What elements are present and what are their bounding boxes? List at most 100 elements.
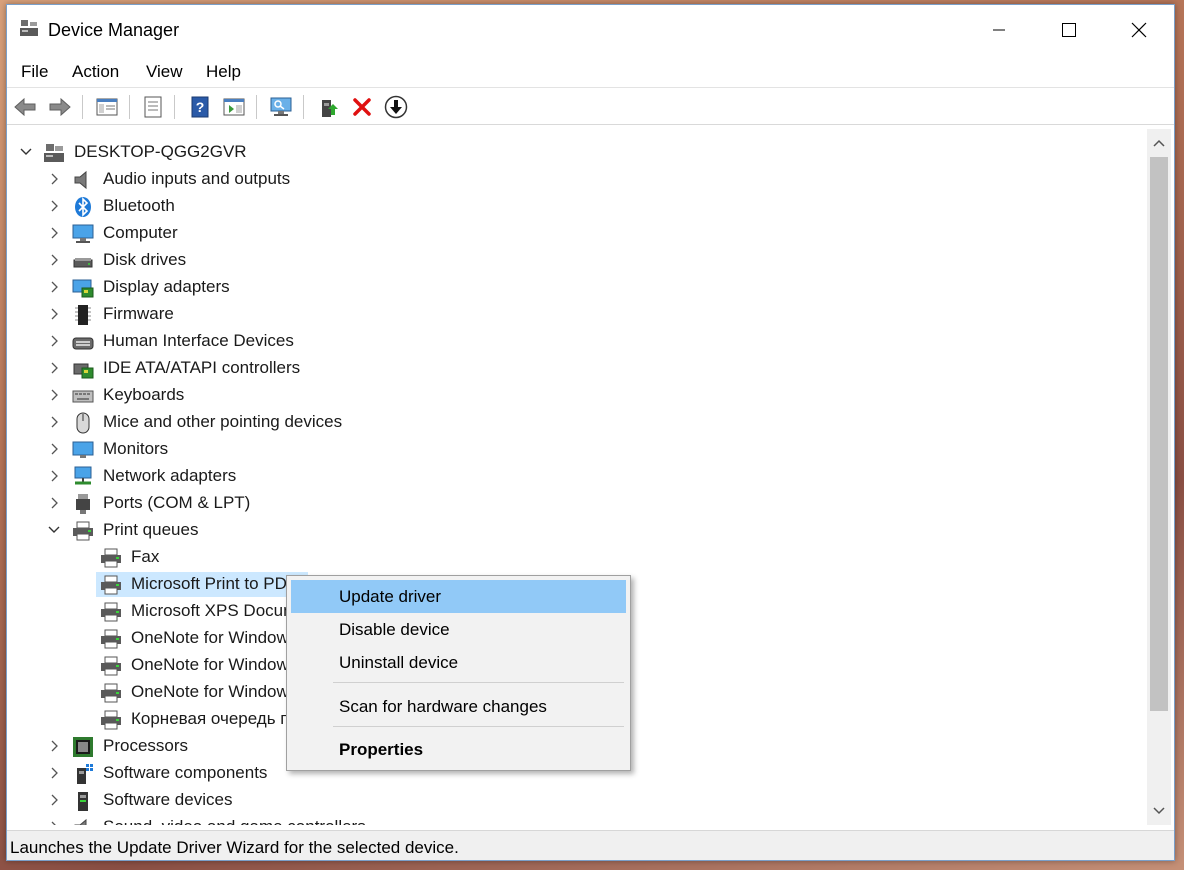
ide-controller-icon [72,358,94,380]
bluetooth-icon [72,196,94,218]
printer-icon [72,520,94,542]
tree-category-sound[interactable]: Sound, video and game controllers [7,814,1147,825]
forward-arrow-icon [49,97,71,117]
chevron-right-icon[interactable] [47,415,61,429]
tree-item-label: Processors [103,736,189,755]
show-hide-console-tree-button[interactable] [94,94,120,120]
chevron-right-icon[interactable] [47,793,61,807]
close-icon [1131,22,1147,38]
scan-hardware-button[interactable] [268,94,294,120]
back-button[interactable] [12,94,38,120]
uninstall-toolbar-button[interactable] [349,94,375,120]
chevron-right-icon[interactable] [47,442,61,456]
tree-category-hid[interactable]: Human Interface Devices [7,328,1147,355]
scroll-down-icon[interactable] [1151,803,1167,819]
tree-category-software-devices[interactable]: Software devices [7,787,1147,814]
status-bar: Launches the Update Driver Wizard for th… [7,830,1174,860]
title-bar[interactable]: Device Manager [7,5,1174,55]
computer-root-icon [43,142,65,164]
tree-category-firmware[interactable]: Firmware [7,301,1147,328]
tree-category-keyboards[interactable]: Keyboards [7,382,1147,409]
menu-view[interactable]: View [146,62,183,82]
software-component-icon [72,763,94,785]
enable-device-toolbar-button[interactable] [383,94,409,120]
tree-category-mice[interactable]: Mice and other pointing devices [7,409,1147,436]
printer-icon [100,601,122,623]
printer-icon [100,628,122,650]
toolbar: ? [7,87,1174,125]
context-disable-device[interactable]: Disable device [291,613,626,646]
chevron-down-icon[interactable] [47,523,61,537]
computer-icon [72,223,94,245]
help-book-icon: ? [191,96,209,118]
tree-item-label: Software components [103,763,268,782]
tree-item-label: Audio inputs and outputs [103,169,291,188]
context-uninstall-device[interactable]: Uninstall device [291,646,626,679]
context-update-driver[interactable]: Update driver [291,580,626,613]
chevron-right-icon[interactable] [47,766,61,780]
minimize-button[interactable] [964,5,1034,55]
toolbar-separator [303,95,304,119]
chevron-down-icon[interactable] [19,145,33,159]
tree-category-computer[interactable]: Computer [7,220,1147,247]
console-tree-icon [96,98,118,116]
action-pane-button[interactable] [221,94,247,120]
chevron-right-icon[interactable] [47,226,61,240]
sound-controller-icon [72,817,94,825]
tree-item-fax[interactable]: Fax [7,544,1147,571]
chevron-right-icon[interactable] [47,361,61,375]
chevron-right-icon[interactable] [47,496,61,510]
tree-root[interactable]: DESKTOP-QGG2GVR [7,139,1147,166]
scroll-up-icon[interactable] [1151,135,1167,151]
chevron-right-icon[interactable] [47,739,61,753]
tree-item-label: IDE ATA/ATAPI controllers [103,358,301,377]
tree-item-label: Fax [131,547,160,566]
close-button[interactable] [1104,5,1174,55]
tree-item-label: Display adapters [103,277,230,296]
chevron-right-icon[interactable] [47,280,61,294]
tree-item-label: Sound, video and game controllers [103,817,366,825]
status-text: Launches the Update Driver Wizard for th… [10,838,459,857]
monitor-icon [72,439,94,461]
properties-toolbar-button[interactable] [140,94,166,120]
context-scan-hardware[interactable]: Scan for hardware changes [291,690,626,723]
tree-category-print-queues[interactable]: Print queues [7,517,1147,544]
tree-item-label: Mice and other pointing devices [103,412,343,431]
chevron-right-icon[interactable] [47,172,61,186]
printer-icon [100,709,122,731]
chevron-right-icon[interactable] [47,820,61,825]
tree-category-network[interactable]: Network adapters [7,463,1147,490]
chevron-right-icon[interactable] [47,469,61,483]
tree-category-ports[interactable]: Ports (COM & LPT) [7,490,1147,517]
context-properties[interactable]: Properties [291,733,626,766]
chevron-right-icon[interactable] [47,199,61,213]
tree-category-ide[interactable]: IDE ATA/ATAPI controllers [7,355,1147,382]
menu-action[interactable]: Action [72,62,119,82]
tree-category-bluetooth[interactable]: Bluetooth [7,193,1147,220]
tree-category-monitors[interactable]: Monitors [7,436,1147,463]
tree-category-disk-drives[interactable]: Disk drives [7,247,1147,274]
tree-category-audio[interactable]: Audio inputs and outputs [7,166,1147,193]
processor-icon [72,736,94,758]
tree-item-label: Ports (COM & LPT) [103,493,251,512]
context-item-label: Properties [339,740,424,759]
tree-category-display-adapters[interactable]: Display adapters [7,274,1147,301]
chevron-right-icon[interactable] [47,388,61,402]
update-driver-toolbar-button[interactable] [315,94,341,120]
menu-help[interactable]: Help [206,62,241,82]
maximize-button[interactable] [1034,5,1104,55]
tree-item-label: Disk drives [103,250,187,269]
menu-file[interactable]: File [21,62,48,82]
chevron-right-icon[interactable] [47,334,61,348]
chevron-right-icon[interactable] [47,307,61,321]
speaker-icon [72,169,94,191]
forward-button[interactable] [47,94,73,120]
chevron-right-icon[interactable] [47,253,61,267]
vertical-scrollbar[interactable] [1147,129,1171,825]
tree-item-label: Microsoft Print to PDF [131,574,298,593]
tree-item-label: Software devices [103,790,233,809]
firmware-icon [72,304,94,326]
svg-text:?: ? [196,99,205,115]
scrollbar-thumb[interactable] [1150,157,1168,711]
help-toolbar-button[interactable]: ? [187,94,213,120]
